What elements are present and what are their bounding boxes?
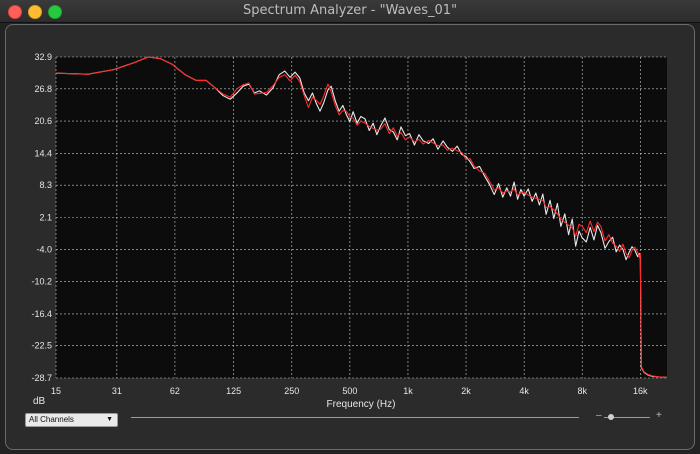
x-tick-label: 125 (226, 386, 241, 396)
y-tick-label: 20.6 (34, 116, 52, 126)
x-axis-label: Frequency (Hz) (327, 399, 396, 410)
y-axis-label: dB (33, 396, 46, 407)
x-tick-label: 1k (403, 386, 413, 396)
chevron-down-icon: ▼ (106, 416, 113, 423)
y-tick-label: -28.7 (31, 373, 52, 383)
y-tick-label: -4.0 (36, 244, 52, 254)
x-tick-label: 2k (461, 386, 471, 396)
spectrum-analyzer-window: Spectrum Analyzer - "Waves_01" 32.9 26.8 2… (0, 0, 700, 454)
channel-select[interactable]: All Channels ▼ (25, 413, 118, 427)
y-tick-label: 26.8 (34, 84, 52, 94)
y-tick-label: -16.4 (31, 309, 52, 319)
x-tick-label: 500 (342, 386, 357, 396)
x-tick-label: 250 (284, 386, 299, 396)
y-tick-labels: 32.9 26.8 20.6 14.4 8.3 2.1 -4.0 -10.2 -16.4 -22.… (31, 52, 52, 383)
x-tick-label: 16k (633, 386, 648, 396)
zoom-slider-knob[interactable] (608, 414, 614, 420)
channel-select-value: All Channels (29, 415, 74, 424)
zoom-out-icon[interactable]: – (596, 410, 602, 421)
y-tick-label: -10.2 (31, 277, 52, 287)
y-tick-label: 14.4 (34, 148, 52, 158)
x-tick-label: 4k (519, 386, 529, 396)
zoom-in-icon[interactable]: + (656, 410, 662, 421)
x-tick-label: 8k (577, 386, 587, 396)
x-tick-label: 31 (112, 386, 122, 396)
y-tick-label: -22.5 (31, 341, 52, 351)
y-tick-label: 8.3 (39, 180, 52, 190)
x-tick-labels: 15 31 62 125 250 500 1k 2k 4k 8k 16k (51, 386, 648, 396)
x-tick-label: 62 (170, 386, 180, 396)
y-tick-label: 32.9 (34, 52, 52, 62)
x-tick-label: 15 (51, 386, 61, 396)
horizontal-scroll-track[interactable] (131, 417, 579, 418)
spectrum-chart: 32.9 26.8 20.6 14.4 8.3 2.1 -4.0 -10.2 -16.4 -22.… (31, 52, 668, 410)
y-tick-label: 2.1 (39, 213, 52, 223)
